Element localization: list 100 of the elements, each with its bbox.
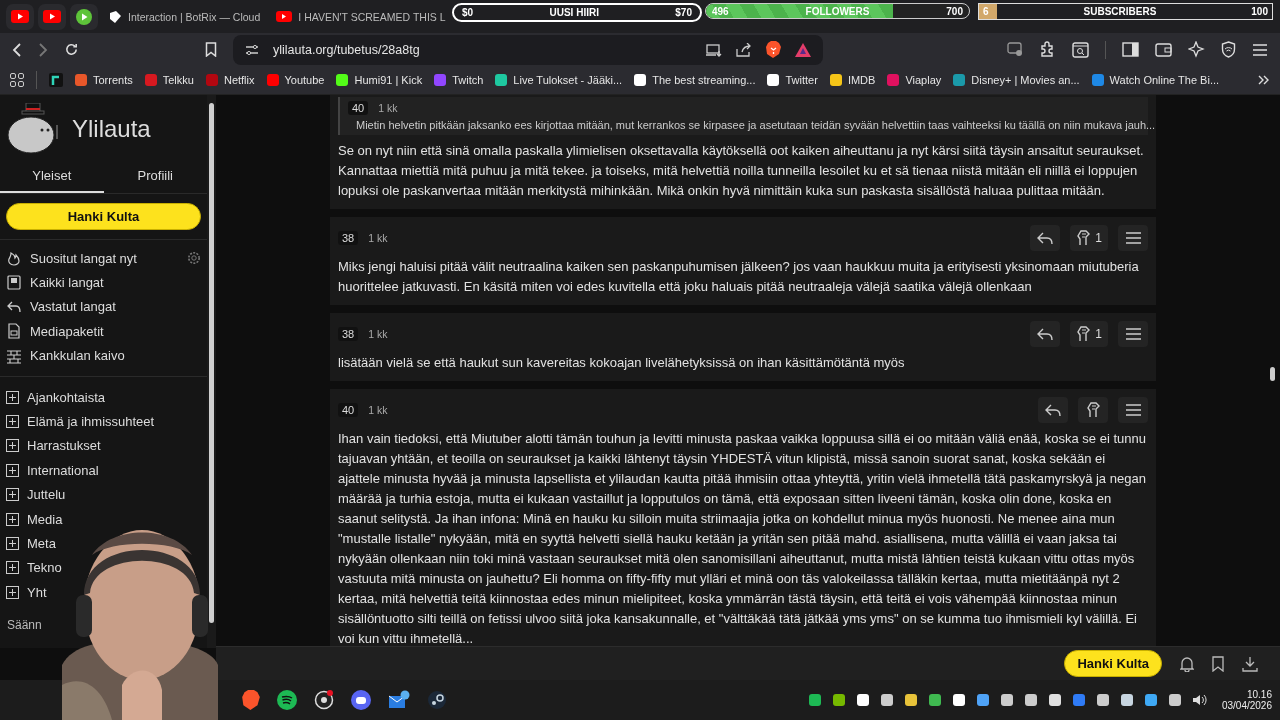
menu-button[interactable] <box>1118 225 1148 251</box>
board-link[interactable]: Juttelu <box>27 487 66 503</box>
board-link[interactable]: Tekno <box>27 560 62 576</box>
board-link[interactable]: Media <box>27 511 63 527</box>
board-link[interactable]: Ajankohtaista <box>27 389 106 405</box>
game-store-icon[interactable] <box>427 690 447 710</box>
board-link[interactable]: International <box>27 462 99 478</box>
clock-date[interactable]: 03/04/2026 <box>1221 700 1272 711</box>
bookmark-item[interactable]: Watch Online The Bi... <box>1091 74 1220 86</box>
record-app-icon[interactable] <box>314 690 334 710</box>
apps-grid-icon[interactable] <box>10 73 24 87</box>
bookmark-item[interactable]: The best streaming... <box>634 74 756 86</box>
shield-icon[interactable] <box>1221 41 1236 58</box>
upgrade-button[interactable]: Hanki Kulta <box>1064 650 1162 677</box>
expand-icon[interactable] <box>6 439 19 453</box>
tray-icon[interactable] <box>1143 693 1158 707</box>
volume-icon[interactable] <box>1191 693 1208 707</box>
browser-tab[interactable]: I HAVEN'T SCREAMED THIS L <box>270 3 452 30</box>
youtube-tab-icon[interactable] <box>38 3 66 30</box>
bookmark-item[interactable]: Humi91 | Kick <box>336 74 423 86</box>
tray-icon[interactable] <box>1119 693 1134 707</box>
board-link[interactable]: Harrastukset <box>27 438 101 454</box>
share-icon[interactable] <box>736 42 752 57</box>
reply-button[interactable] <box>1038 397 1068 423</box>
board-link[interactable]: Elämä ja ihmissuhteet <box>27 414 155 430</box>
tray-icon[interactable] <box>879 693 894 707</box>
play-tab-icon[interactable] <box>70 3 98 30</box>
bookmark-favicon-icon[interactable] <box>49 73 63 87</box>
reaction-button[interactable] <box>1078 397 1108 423</box>
tray-icon[interactable] <box>807 693 822 707</box>
tray-icon[interactable] <box>999 693 1014 707</box>
bookmark-item[interactable]: Telkku <box>144 74 194 86</box>
sidebar-tab[interactable]: Yleiset <box>0 159 104 193</box>
clock-time[interactable]: 10.16 <box>1246 689 1272 700</box>
nav-link[interactable]: Vastatut langat <box>30 299 116 315</box>
menu-button[interactable] <box>1118 321 1148 347</box>
tray-icon[interactable] <box>975 693 990 707</box>
bookmark-item[interactable]: Twitch <box>434 74 484 86</box>
tray-icon[interactable] <box>1047 693 1062 707</box>
tray-icon[interactable] <box>1023 693 1038 707</box>
tray-icon[interactable] <box>903 693 918 707</box>
nav-link[interactable]: Kankkulan kaivo <box>30 348 125 364</box>
install-icon[interactable] <box>706 42 722 57</box>
expand-icon[interactable] <box>6 561 19 575</box>
window-search-icon[interactable] <box>1072 41 1089 58</box>
tray-icon[interactable] <box>831 693 846 707</box>
settings-icon[interactable] <box>187 251 201 266</box>
bookmark-item[interactable]: Viaplay <box>887 74 942 86</box>
expand-icon[interactable] <box>6 585 19 599</box>
expand-icon[interactable] <box>6 463 19 477</box>
sidebar-tab[interactable]: Profiili <box>103 159 207 193</box>
site-title[interactable]: Ylilauta <box>72 115 151 143</box>
bell-icon[interactable] <box>1180 655 1194 672</box>
forward-icon[interactable] <box>38 42 48 57</box>
reply-button[interactable] <box>1030 225 1061 251</box>
reply-button[interactable] <box>1030 321 1061 347</box>
sidebar-icon[interactable] <box>1122 42 1139 57</box>
music-app-icon[interactable] <box>277 690 297 710</box>
board-link[interactable]: Meta <box>27 536 56 551</box>
youtube-tab-icon[interactable] <box>6 3 34 30</box>
chat-icon[interactable] <box>1007 42 1023 57</box>
tray-icon[interactable] <box>1095 693 1110 707</box>
menu-icon[interactable] <box>1252 42 1268 57</box>
bookmark-item[interactable]: Live Tulokset - Jääki... <box>495 74 623 86</box>
bookmark-item[interactable]: IMDB <box>829 74 876 86</box>
nav-link[interactable]: Suositut langat nyt <box>30 250 137 266</box>
expand-icon[interactable] <box>6 512 19 526</box>
scrollbar-thumb[interactable] <box>1270 367 1275 381</box>
browser-tab[interactable]: Interaction | BotRix — Cloud <box>102 3 267 30</box>
reaction-button[interactable]: 1 <box>1070 321 1108 347</box>
tray-icon[interactable] <box>1167 693 1182 707</box>
board-link[interactable]: Yht <box>27 584 47 600</box>
reload-icon[interactable] <box>64 42 79 57</box>
address-bar[interactable]: ylilauta.org/tubetus/28a8tg <box>233 34 823 65</box>
reaction-button[interactable]: 1 <box>1070 225 1108 251</box>
tray-icon[interactable] <box>951 693 966 707</box>
nav-link[interactable]: Mediapaketit <box>30 323 104 339</box>
bookmark-icon[interactable] <box>205 42 217 57</box>
bookmark-item[interactable]: Youtube <box>266 74 325 86</box>
download-icon[interactable] <box>1242 655 1258 672</box>
scrollbar-thumb[interactable] <box>209 103 214 623</box>
menu-button[interactable] <box>1118 397 1148 423</box>
back-icon[interactable] <box>12 42 22 57</box>
mail-app-icon[interactable] <box>388 690 410 710</box>
sparkle-icon[interactable] <box>1188 41 1205 58</box>
chat-app-icon[interactable] <box>351 690 371 710</box>
bookmark-item[interactable]: Torrents <box>75 74 133 86</box>
rules-link[interactable]: Säänn <box>0 618 42 633</box>
expand-icon[interactable] <box>6 390 19 404</box>
bookmark-item[interactable]: Netflix <box>205 74 255 86</box>
chevron-icon[interactable] <box>1258 75 1270 85</box>
triangle-icon[interactable] <box>795 42 811 57</box>
bookmark-icon[interactable] <box>1212 655 1224 672</box>
upgrade-button[interactable]: Hanki Kulta <box>6 203 201 230</box>
extensions-icon[interactable] <box>1039 41 1056 58</box>
site-settings-icon[interactable] <box>245 43 259 56</box>
bookmark-item[interactable]: Twitter <box>767 74 818 86</box>
bookmark-item[interactable]: Disney+ | Movies an... <box>953 74 1080 86</box>
tray-icon[interactable] <box>927 693 942 707</box>
expand-icon[interactable] <box>6 415 19 429</box>
